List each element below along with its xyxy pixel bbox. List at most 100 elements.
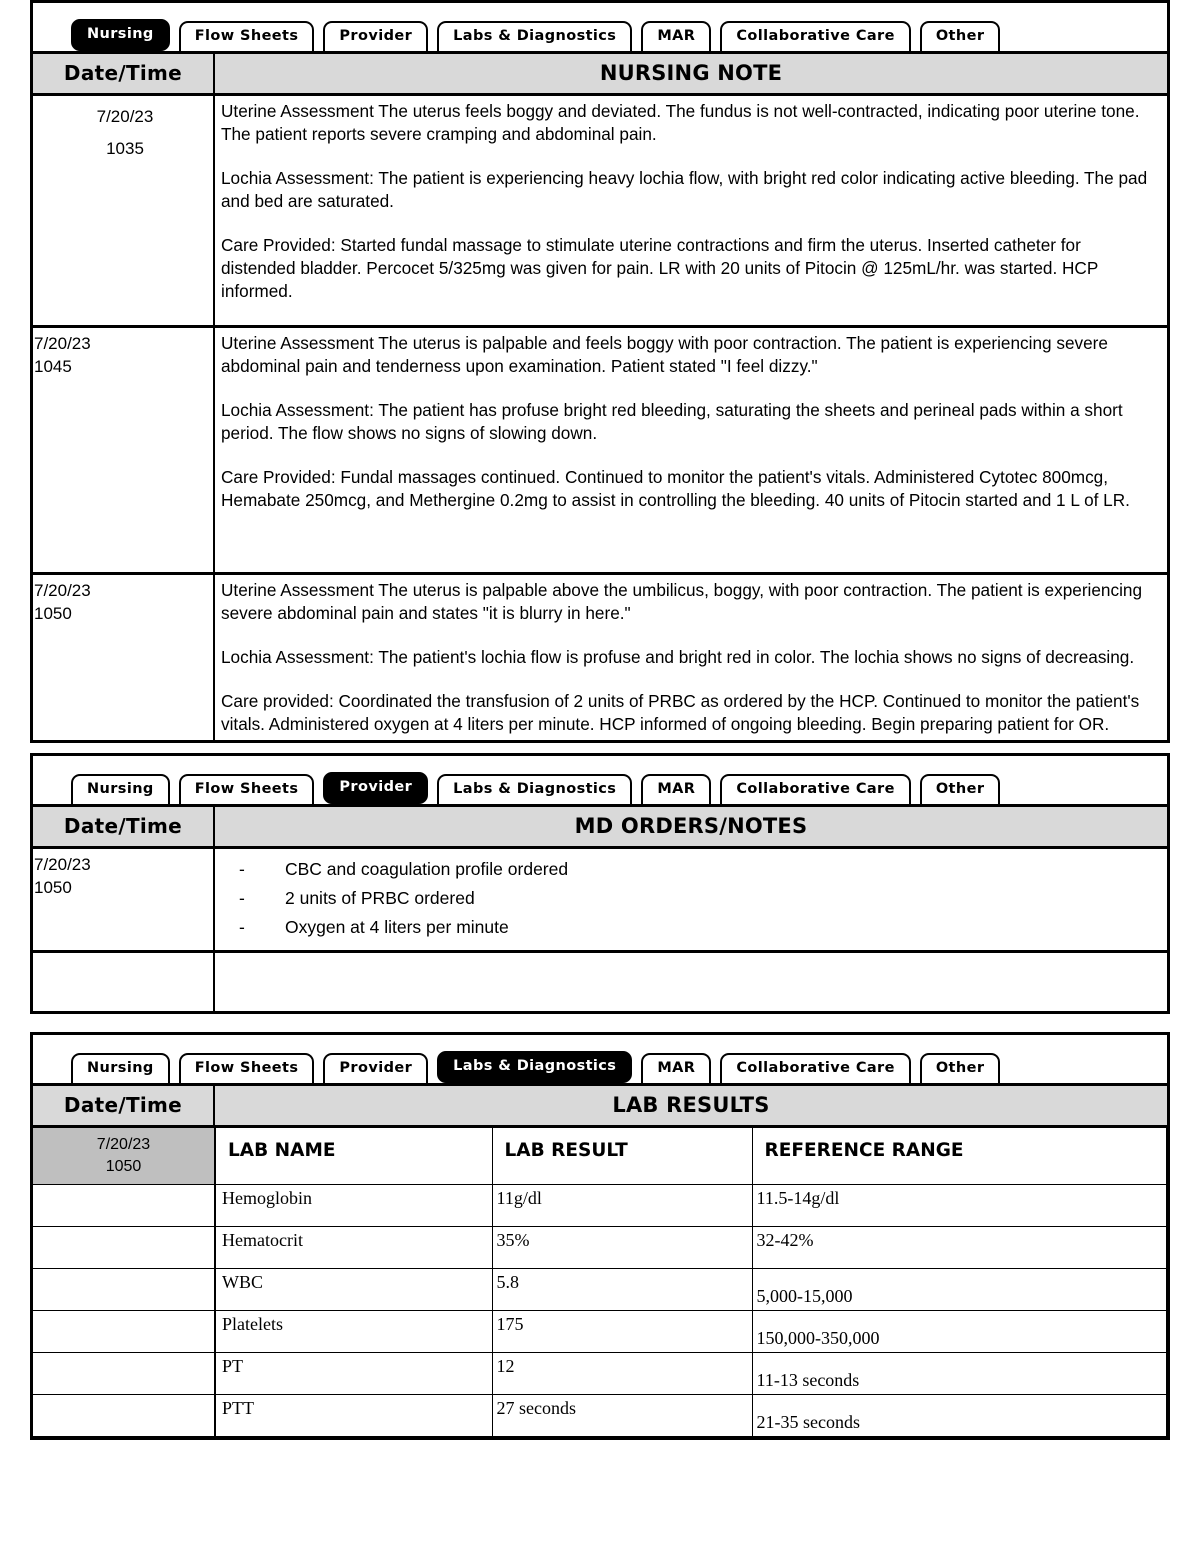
- tab-collaborative-care[interactable]: Collaborative Care: [720, 21, 911, 51]
- tab-mar[interactable]: MAR: [641, 1053, 712, 1083]
- md-order-text: 2 units of PRBC ordered: [285, 888, 475, 908]
- lab-result-row: WBC 5.8 5,000-15,000: [33, 1268, 1167, 1311]
- md-orders-body: - CBC and coagulation profile ordered - …: [215, 849, 1167, 950]
- nursing-datetime-header: Date/Time: [33, 54, 215, 93]
- chart-document-page: Nursing Flow Sheets Provider Labs & Diagnos…: [0, 0, 1200, 1553]
- md-orders-empty-datetime: [33, 953, 215, 1011]
- lab-time: 1050: [105, 1158, 142, 1175]
- lab-result-cell: 27 seconds: [491, 1394, 753, 1437]
- nursing-note-datetime: 7/20/23 1050: [33, 575, 215, 740]
- lab-result-row: Hematocrit 35% 32-42%: [33, 1226, 1167, 1269]
- lab-datetime-cell: 7/20/23 1050: [33, 1128, 216, 1185]
- nursing-note-body: Uterine Assessment The uterus is palpabl…: [215, 328, 1167, 572]
- lab-name-cell: PT: [214, 1352, 493, 1395]
- labs-tabstrip: Nursing Flow Sheets Provider Labs & Diagnos…: [33, 1035, 1167, 1083]
- nursing-note-time: 1045: [34, 357, 72, 376]
- lab-row-datetime-cell: [33, 1352, 216, 1395]
- lab-reference-range-cell: 21-35 seconds: [751, 1394, 1167, 1437]
- md-orders-empty-row: [33, 950, 1167, 1011]
- tab-collaborative-care[interactable]: Collaborative Care: [720, 1053, 911, 1083]
- tab-provider[interactable]: Provider: [323, 772, 429, 804]
- lab-reference-range-cell: 5,000-15,000: [751, 1268, 1167, 1311]
- tab-mar[interactable]: MAR: [641, 774, 712, 804]
- md-orders-datetime: 7/20/23 1050: [33, 849, 215, 950]
- md-order-text: CBC and coagulation profile ordered: [285, 859, 569, 879]
- bullet-dash-icon: -: [239, 888, 245, 908]
- lab-column-header: LAB RESULT: [491, 1128, 753, 1185]
- nursing-note-paragraph: Care Provided: Started fundal massage to…: [221, 235, 1098, 301]
- nursing-note-date: 7/20/23: [34, 581, 91, 600]
- nursing-note-paragraph: Uterine Assessment The uterus feels bogg…: [221, 101, 1140, 144]
- tab-nursing[interactable]: Nursing: [71, 774, 170, 804]
- tab-labs-diagnostics[interactable]: Labs & Diagnostics: [437, 21, 633, 51]
- lab-reference-range-cell: 11-13 seconds: [751, 1352, 1167, 1395]
- lab-row-datetime-cell: [33, 1226, 216, 1269]
- lab-name-cell: Hemoglobin: [214, 1184, 493, 1227]
- nursing-note-date: 7/20/23: [34, 334, 91, 353]
- tab-flow-sheets[interactable]: Flow Sheets: [178, 21, 315, 51]
- nursing-tabstrip-frame: Nursing Flow Sheets Provider Labs & Diagnos…: [30, 0, 1170, 51]
- tab-collaborative-care[interactable]: Collaborative Care: [720, 774, 911, 804]
- lab-result-row: PT 12 11-13 seconds: [33, 1352, 1167, 1395]
- md-order-item: - 2 units of PRBC ordered: [215, 884, 1167, 913]
- md-orders-title: MD ORDERS/NOTES: [574, 814, 808, 838]
- provider-section: Date/Time MD ORDERS/NOTES 7/20/23 1050 -…: [30, 804, 1170, 1014]
- lab-reference-range-cell: 32-42%: [751, 1226, 1167, 1269]
- tab-provider[interactable]: Provider: [323, 1053, 429, 1083]
- nursing-note-date: 7/20/23: [96, 107, 154, 126]
- tab-mar[interactable]: MAR: [641, 21, 712, 51]
- md-orders-date: 7/20/23: [34, 855, 91, 874]
- lab-results-table: 7/20/23 1050 LAB NAME LAB RESULT REFERENCE R…: [33, 1128, 1167, 1437]
- lab-results-title: LAB RESULTS: [612, 1093, 770, 1117]
- nursing-note-body: Uterine Assessment The uterus is palpabl…: [215, 575, 1167, 740]
- nursing-note-paragraph: Uterine Assessment The uterus is palpabl…: [221, 333, 1108, 376]
- lab-name-cell: WBC: [214, 1268, 493, 1311]
- provider-tabstrip-frame: Nursing Flow Sheets Provider Labs & Diagnos…: [30, 753, 1170, 804]
- md-orders-list: - CBC and coagulation profile ordered - …: [215, 849, 1167, 950]
- lab-name-cell: Platelets: [214, 1310, 493, 1353]
- md-orders-empty-body: [215, 953, 1167, 1011]
- tab-other[interactable]: Other: [919, 1053, 1001, 1083]
- lab-result-cell: 12: [491, 1352, 753, 1395]
- nursing-note-paragraph: Lochia Assessment: The patient has profu…: [221, 400, 1123, 443]
- nursing-section: Date/Time NURSING NOTE 7/20/23 1035 Uter…: [30, 51, 1170, 743]
- tab-other[interactable]: Other: [919, 21, 1001, 51]
- lab-name-cell: PTT: [214, 1394, 493, 1437]
- tab-nursing[interactable]: Nursing: [71, 1053, 170, 1083]
- lab-row-datetime-cell: [33, 1310, 216, 1353]
- lab-row-datetime-cell: [33, 1184, 216, 1227]
- lab-row-datetime-cell: [33, 1268, 216, 1311]
- nursing-note-row: 7/20/23 1050 Uterine Assessment The uter…: [33, 575, 1167, 740]
- md-order-item: - Oxygen at 4 liters per minute: [215, 913, 1167, 942]
- nursing-header-row: Date/Time NURSING NOTE: [33, 51, 1167, 96]
- nursing-note-time: 1050: [34, 604, 72, 623]
- nursing-note-body: Uterine Assessment The uterus feels bogg…: [215, 96, 1167, 325]
- tab-flow-sheets[interactable]: Flow Sheets: [178, 774, 315, 804]
- nursing-note-title: NURSING NOTE: [599, 61, 783, 85]
- lab-result-cell: 5.8: [491, 1268, 753, 1311]
- provider-tabstrip: Nursing Flow Sheets Provider Labs & Diagnos…: [33, 756, 1167, 804]
- tab-other[interactable]: Other: [919, 774, 1001, 804]
- lab-column-header-row: 7/20/23 1050 LAB NAME LAB RESULT REFERENCE R…: [33, 1128, 1167, 1185]
- bullet-dash-icon: -: [239, 859, 245, 879]
- tab-labs-diagnostics[interactable]: Labs & Diagnostics: [437, 1051, 633, 1083]
- lab-result-row: Hemoglobin 11g/dl 11.5-14g/dl: [33, 1184, 1167, 1227]
- provider-header-row: Date/Time MD ORDERS/NOTES: [33, 804, 1167, 849]
- nursing-tabstrip: Nursing Flow Sheets Provider Labs & Diagnos…: [33, 3, 1167, 51]
- md-orders-row: 7/20/23 1050 - CBC and coagulation profi…: [33, 849, 1167, 950]
- tab-provider[interactable]: Provider: [323, 21, 429, 51]
- tab-flow-sheets[interactable]: Flow Sheets: [178, 1053, 315, 1083]
- provider-datetime-header: Date/Time: [33, 807, 215, 846]
- lab-result-cell: 11g/dl: [491, 1184, 753, 1227]
- nursing-note-row: 7/20/23 1045 Uterine Assessment The uter…: [33, 328, 1167, 575]
- md-orders-time: 1050: [34, 878, 72, 897]
- lab-reference-range-cell: 150,000-350,000: [751, 1310, 1167, 1353]
- nursing-note-datetime: 7/20/23 1045: [33, 328, 215, 572]
- tab-labs-diagnostics[interactable]: Labs & Diagnostics: [437, 774, 633, 804]
- tab-nursing[interactable]: Nursing: [71, 19, 170, 51]
- nursing-note-row: 7/20/23 1035 Uterine Assessment The uter…: [33, 96, 1167, 328]
- lab-row-datetime-cell: [33, 1394, 216, 1437]
- nursing-note-datetime: 7/20/23 1035: [33, 96, 215, 325]
- nursing-note-time: 1035: [106, 139, 144, 158]
